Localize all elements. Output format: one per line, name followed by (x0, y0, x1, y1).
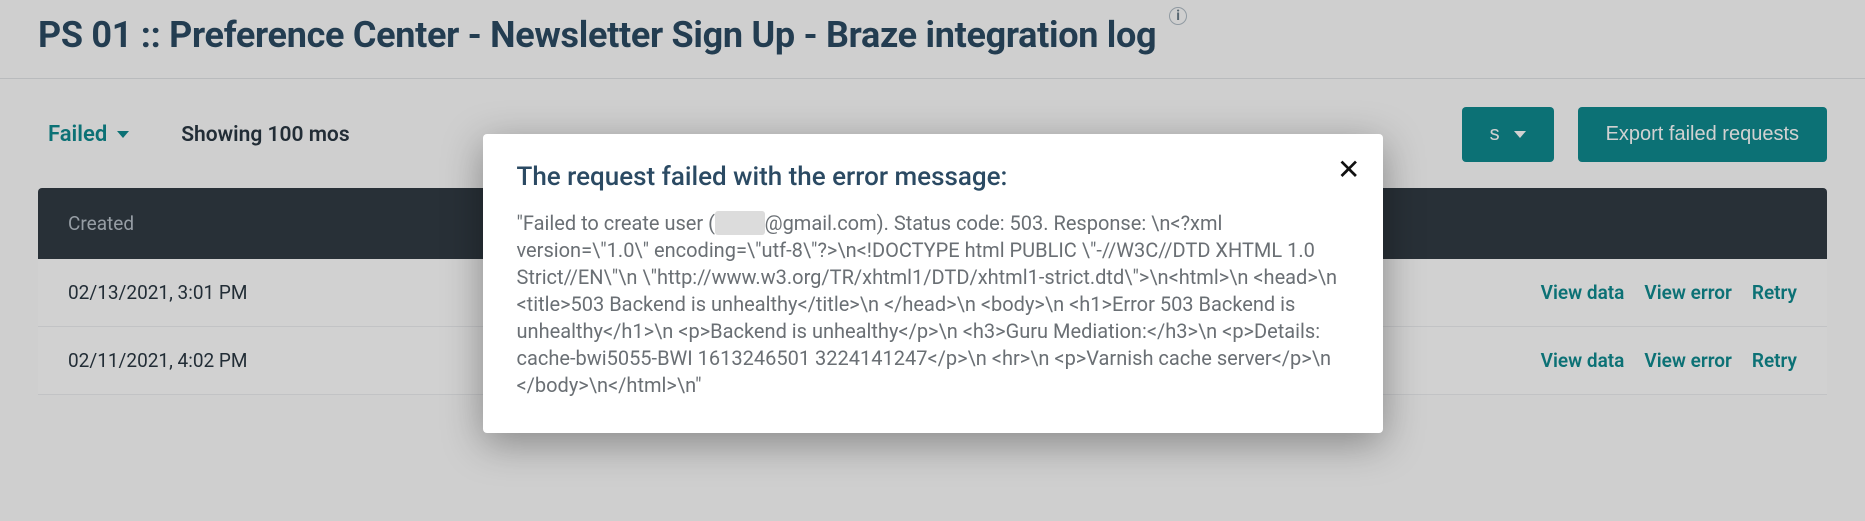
caret-down-icon (1514, 131, 1526, 138)
status-filter-dropdown[interactable]: Failed (38, 116, 139, 153)
caret-down-icon (117, 131, 129, 138)
status-filter-label: Failed (48, 122, 107, 147)
info-icon[interactable]: i (1169, 7, 1187, 25)
close-icon[interactable]: ✕ (1337, 156, 1360, 184)
modal-title: The request failed with the error messag… (517, 162, 1349, 192)
redacted-email-local: xxxxx (715, 211, 765, 235)
export-failed-button[interactable]: Export failed requests (1578, 107, 1827, 162)
view-data-link[interactable]: View data (1541, 281, 1625, 304)
page-title: PS 01 :: Preference Center - Newsletter … (0, 0, 1865, 78)
error-modal: ✕ The request failed with the error mess… (483, 134, 1383, 433)
export-button-label: Export failed requests (1606, 123, 1799, 146)
view-data-link[interactable]: View data (1541, 349, 1625, 372)
showing-count-text: Showing 100 mos (181, 123, 349, 147)
modal-body: "Failed to create user (xxxxx@gmail.com)… (517, 210, 1349, 399)
bulk-action-label: s (1490, 123, 1500, 146)
bulk-action-dropdown[interactable]: s (1462, 107, 1554, 162)
error-text-prefix: "Failed to create user ( (517, 211, 716, 235)
retry-link[interactable]: Retry (1752, 281, 1797, 304)
retry-link[interactable]: Retry (1752, 349, 1797, 372)
view-error-link[interactable]: View error (1644, 349, 1731, 372)
view-error-link[interactable]: View error (1644, 281, 1731, 304)
error-text-suffix: @gmail.com). Status code: 503. Response:… (517, 211, 1338, 397)
page-title-text: PS 01 :: Preference Center - Newsletter … (38, 14, 1156, 56)
